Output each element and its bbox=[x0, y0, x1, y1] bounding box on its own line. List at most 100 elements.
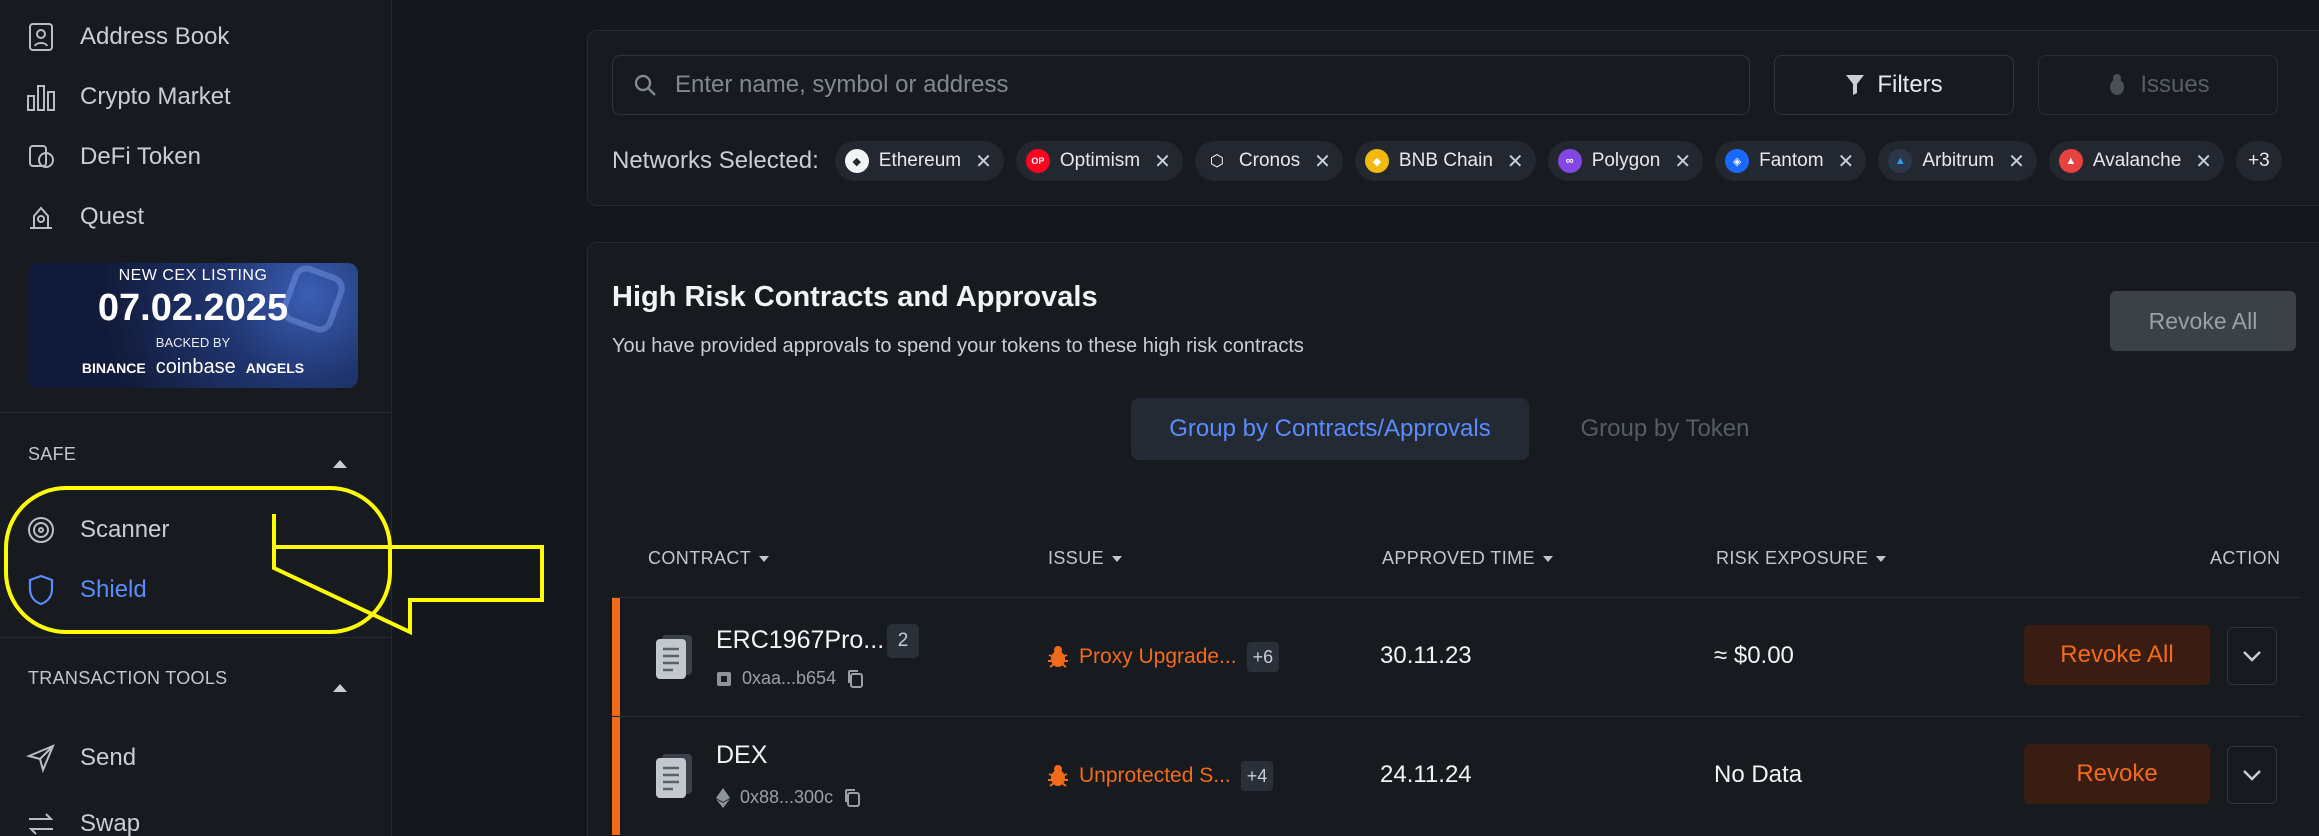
expand-row-button[interactable] bbox=[2227, 627, 2277, 685]
search-input[interactable]: Enter name, symbol or address bbox=[612, 55, 1750, 115]
nav-address-book[interactable]: Address Book bbox=[24, 15, 229, 59]
ethereum-icon bbox=[716, 787, 730, 808]
defi-token-icon bbox=[24, 140, 58, 174]
nav-crypto-market[interactable]: Crypto Market bbox=[24, 75, 231, 119]
remove-network-icon[interactable]: ✕ bbox=[1314, 149, 1331, 174]
contract-name: DEX bbox=[716, 741, 768, 769]
network-chip-optimism[interactable]: OP Optimism ✕ bbox=[1015, 141, 1183, 181]
network-chip-fantom[interactable]: ◈ Fantom ✕ bbox=[1715, 141, 1867, 181]
nav-shield-label: Shield bbox=[80, 576, 147, 603]
section-title: High Risk Contracts and Approvals bbox=[612, 281, 1098, 313]
remove-network-icon[interactable]: ✕ bbox=[2195, 149, 2212, 174]
table-row[interactable]: DEX 0x88...300c Unprotected S... +4 24.1… bbox=[612, 716, 2302, 835]
nav-address-book-label: Address Book bbox=[80, 23, 230, 50]
remove-network-icon[interactable]: ✕ bbox=[2008, 149, 2025, 174]
approved-time: 30.11.23 bbox=[1380, 642, 1472, 669]
networks-row: Networks Selected: ◆ Ethereum ✕ OP Optim… bbox=[612, 140, 2282, 182]
avalanche-icon: ▲ bbox=[2058, 149, 2083, 173]
more-networks-chip[interactable]: +3 bbox=[2236, 141, 2282, 181]
copy-icon[interactable] bbox=[846, 669, 864, 689]
address-text: 0xaa...b654 bbox=[742, 668, 837, 688]
table-row[interactable]: ERC1967Pro... 2 0xaa...b654 Proxy Upgrad… bbox=[612, 597, 2302, 716]
column-header-issue[interactable]: ISSUE bbox=[1048, 548, 1123, 569]
sidebar: Address Book Crypto Market DeFi Token Qu… bbox=[0, 0, 392, 836]
bnb-chain-icon: ◆ bbox=[1364, 149, 1389, 173]
nav-defi-token[interactable]: DeFi Token bbox=[24, 135, 201, 179]
cronos-icon: ⬡ bbox=[1204, 149, 1229, 173]
nav-defi-token-label: DeFi Token bbox=[80, 143, 201, 170]
column-header-contract[interactable]: CONTRACT bbox=[648, 548, 770, 569]
network-name: Cronos bbox=[1238, 150, 1301, 171]
nav-send[interactable]: Send bbox=[24, 736, 136, 780]
network-chip-cronos[interactable]: ⬡ Cronos ✕ bbox=[1194, 141, 1343, 181]
sidebar-divider bbox=[0, 412, 392, 413]
issues-button[interactable]: Issues bbox=[2038, 55, 2278, 115]
remove-network-icon[interactable]: ✕ bbox=[1154, 149, 1171, 174]
network-chip-avalanche[interactable]: ▲ Avalanche ✕ bbox=[2048, 141, 2225, 181]
issue-cell[interactable]: Unprotected S... +4 bbox=[1047, 761, 1274, 791]
network-name: Avalanche bbox=[2092, 150, 2182, 171]
sort-caret-icon bbox=[1542, 555, 1553, 562]
revoke-all-row-button[interactable]: Revoke All bbox=[2024, 625, 2210, 685]
filters-button-label: Filters bbox=[1877, 71, 1943, 98]
nav-quest[interactable]: Quest bbox=[24, 195, 144, 239]
banner-date: 07.02.2025 bbox=[97, 287, 289, 329]
network-chip-arbitrum[interactable]: ▲ Arbitrum ✕ bbox=[1878, 141, 2037, 181]
revoke-row-button[interactable]: Revoke bbox=[2024, 744, 2210, 804]
tab-group-by-token[interactable]: Group by Token bbox=[1545, 398, 1785, 460]
optimism-icon: OP bbox=[1025, 149, 1050, 173]
network-name: Optimism bbox=[1059, 150, 1141, 171]
section-label-transaction-tools: TRANSACTION TOOLS bbox=[28, 668, 228, 688]
nav-shield[interactable]: Shield bbox=[24, 568, 147, 612]
expand-row-button[interactable] bbox=[2227, 746, 2277, 804]
remove-network-icon[interactable]: ✕ bbox=[1674, 149, 1691, 174]
shield-icon bbox=[24, 573, 58, 607]
sort-caret-icon bbox=[759, 555, 770, 562]
quest-icon bbox=[24, 200, 58, 234]
nav-scanner[interactable]: Scanner bbox=[24, 508, 169, 552]
filter-icon bbox=[1846, 75, 1865, 95]
networks-label: Networks Selected: bbox=[612, 147, 819, 174]
remove-network-icon[interactable]: ✕ bbox=[1507, 149, 1524, 174]
more-networks-count: +3 bbox=[2248, 150, 2270, 171]
send-icon bbox=[24, 741, 58, 775]
search-placeholder: Enter name, symbol or address bbox=[675, 71, 1009, 98]
coinbase-logo-text: coinbase bbox=[155, 356, 236, 378]
filters-button[interactable]: Filters bbox=[1774, 55, 2014, 115]
network-name: Polygon bbox=[1591, 150, 1661, 171]
remove-network-icon[interactable]: ✕ bbox=[1838, 149, 1855, 174]
network-chip-ethereum[interactable]: ◆ Ethereum ✕ bbox=[834, 141, 1004, 181]
ethereum-icon: ◆ bbox=[844, 149, 869, 173]
network-chip-bnb-chain[interactable]: ◆ BNB Chain ✕ bbox=[1354, 141, 1536, 181]
search-icon bbox=[634, 74, 656, 96]
tab-group-by-contracts[interactable]: Group by Contracts/Approvals bbox=[1131, 398, 1529, 460]
collapse-safe-icon[interactable] bbox=[333, 460, 347, 468]
network-name: BNB Chain bbox=[1398, 150, 1493, 171]
address-text: 0x88...300c bbox=[740, 787, 834, 807]
column-header-approved-time[interactable]: APPROVED TIME bbox=[1382, 548, 1553, 569]
promo-banner[interactable]: NEW CEX LISTING 07.02.2025 BACKED BY BIN… bbox=[28, 263, 358, 388]
section-label-safe: SAFE bbox=[28, 444, 77, 464]
angels-logo-text: ANGELS bbox=[245, 359, 305, 376]
bar-chart-icon bbox=[24, 80, 58, 114]
network-name: Ethereum bbox=[878, 150, 962, 171]
approvals-count-badge: 2 bbox=[887, 624, 919, 658]
copy-icon[interactable] bbox=[843, 788, 861, 808]
banner-backed-by: BACKED BY bbox=[155, 335, 231, 350]
sort-caret-icon bbox=[1112, 555, 1123, 562]
remove-network-icon[interactable]: ✕ bbox=[975, 149, 992, 174]
nav-swap-label: Swap bbox=[80, 810, 141, 836]
collapse-tx-tools-icon[interactable] bbox=[333, 684, 347, 692]
issue-cell[interactable]: Proxy Upgrade... +6 bbox=[1047, 642, 1280, 672]
address-book-icon bbox=[24, 20, 58, 54]
nav-swap[interactable]: Swap bbox=[24, 802, 140, 836]
revoke-all-button[interactable]: Revoke All bbox=[2110, 291, 2296, 351]
swap-icon bbox=[24, 807, 58, 836]
bug-icon bbox=[1048, 765, 1068, 787]
network-chip-polygon[interactable]: ∞ Polygon ✕ bbox=[1547, 141, 1704, 181]
network-name: Arbitrum bbox=[1922, 150, 1995, 171]
column-header-risk-exposure[interactable]: RISK EXPOSURE bbox=[1716, 548, 1887, 569]
chevron-down-icon bbox=[2243, 651, 2261, 662]
binance-logo-text: BINANCE bbox=[81, 359, 146, 376]
sidebar-divider bbox=[0, 637, 392, 638]
